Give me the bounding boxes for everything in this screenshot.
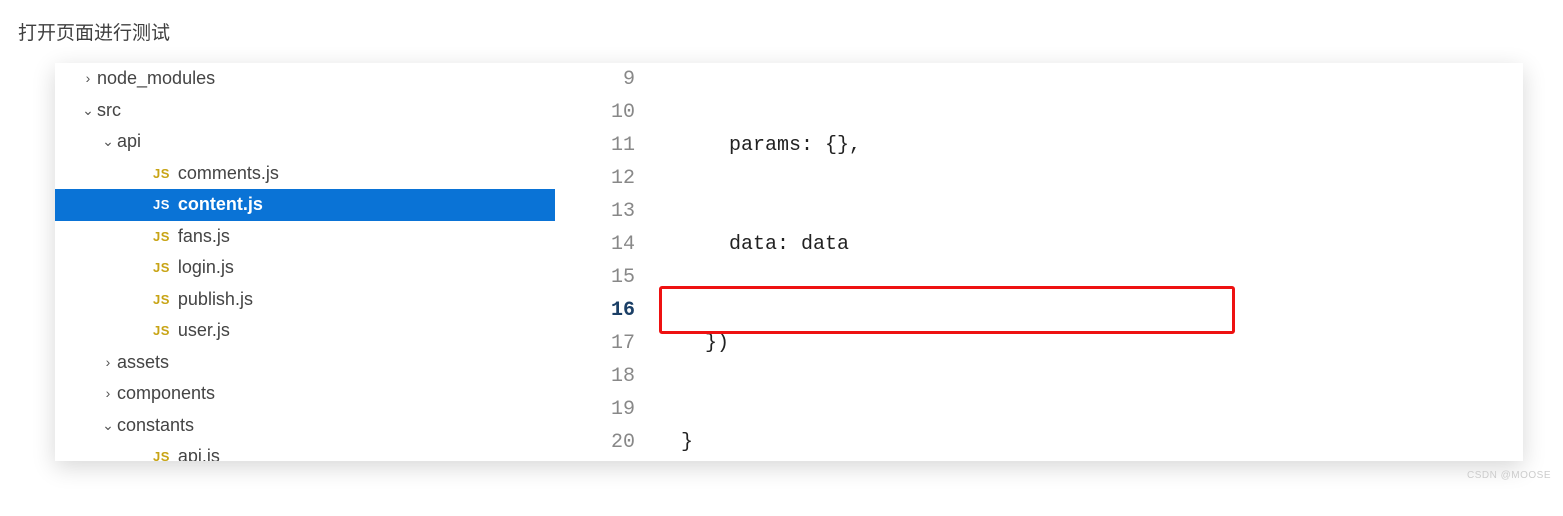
line-number: 17 [555,327,635,360]
tree-file[interactable]: JScontent.js [55,189,555,221]
tree-item-label: comments.js [178,158,279,190]
tree-item-label: api.js [178,441,220,461]
tree-item-label: user.js [178,315,230,347]
tree-item-label: login.js [178,252,234,284]
tree-file[interactable]: JScomments.js [55,158,555,190]
js-file-icon: JS [153,315,170,347]
tree-item-label: node_modules [97,63,215,95]
tree-item-label: fans.js [178,221,230,253]
line-number: 12 [555,162,635,195]
code-line: } [657,426,1523,459]
ide-window: CSDN @MOOSE ›node_modules⌄src⌄apiJScomme… [55,63,1523,461]
line-number: 15 [555,261,635,294]
tree-file[interactable]: JSpublish.js [55,284,555,316]
chevron-right-icon[interactable]: › [99,378,117,410]
chevron-down-icon[interactable]: ⌄ [79,95,97,127]
tree-file[interactable]: JS api.js [55,441,555,461]
tree-item-label: api [117,126,141,158]
line-number: 10 [555,96,635,129]
code-line: }) [657,327,1523,360]
line-number: 18 [555,360,635,393]
tree-folder[interactable]: ›components [55,378,555,410]
tree-file[interactable]: JSfans.js [55,221,555,253]
file-explorer[interactable]: ›node_modules⌄src⌄apiJScomments.jsJScont… [55,63,555,461]
code-area[interactable]: params: {}, data: data }) } export funct… [657,63,1523,461]
code-line: data: data [657,228,1523,261]
chevron-right-icon[interactable]: › [99,347,117,379]
js-file-icon: JS [153,284,170,316]
code-editor[interactable]: 91011121314151617181920 params: {}, data… [555,63,1523,461]
tree-folder[interactable]: ⌄src [55,95,555,127]
line-number: 13 [555,195,635,228]
tree-file[interactable]: JSuser.js [55,315,555,347]
js-file-icon: JS [153,441,170,461]
js-file-icon: JS [153,158,170,190]
tree-folder[interactable]: ⌄constants [55,410,555,442]
chevron-down-icon[interactable]: ⌄ [99,126,117,158]
watermark: CSDN @MOOSE [1467,470,1551,481]
line-number: 16 [555,294,635,327]
line-number: 9 [555,63,635,96]
tree-item-label: constants [117,410,194,442]
tree-folder[interactable]: ⌄api [55,126,555,158]
tree-item-label: components [117,378,215,410]
chevron-down-icon[interactable]: ⌄ [99,410,117,442]
line-number-gutter: 91011121314151617181920 [555,63,657,461]
tree-item-label: src [97,95,121,127]
chevron-right-icon[interactable]: › [79,63,97,95]
page-title: 打开页面进行测试 [0,0,1563,63]
line-number: 14 [555,228,635,261]
code-line: params: {}, [657,129,1523,162]
line-number: 20 [555,426,635,459]
js-file-icon: JS [153,189,170,221]
line-number: 19 [555,393,635,426]
line-number: 11 [555,129,635,162]
tree-item-label: assets [117,347,169,379]
tree-item-label: content.js [178,189,263,221]
js-file-icon: JS [153,221,170,253]
js-file-icon: JS [153,252,170,284]
tree-item-label: publish.js [178,284,253,316]
tree-folder[interactable]: ›assets [55,347,555,379]
tree-folder[interactable]: ›node_modules [55,63,555,95]
tree-file[interactable]: JSlogin.js [55,252,555,284]
